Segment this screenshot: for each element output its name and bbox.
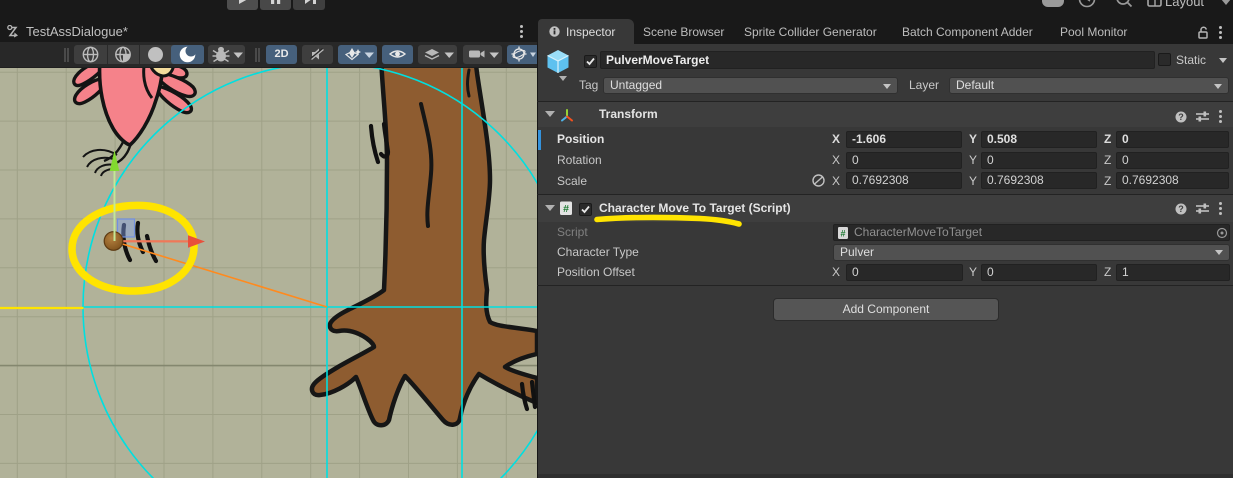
- svg-text:#: #: [563, 203, 569, 215]
- svg-text:?: ?: [1178, 204, 1184, 214]
- svg-text:#: #: [840, 229, 845, 239]
- svg-text:?: ?: [1178, 112, 1184, 122]
